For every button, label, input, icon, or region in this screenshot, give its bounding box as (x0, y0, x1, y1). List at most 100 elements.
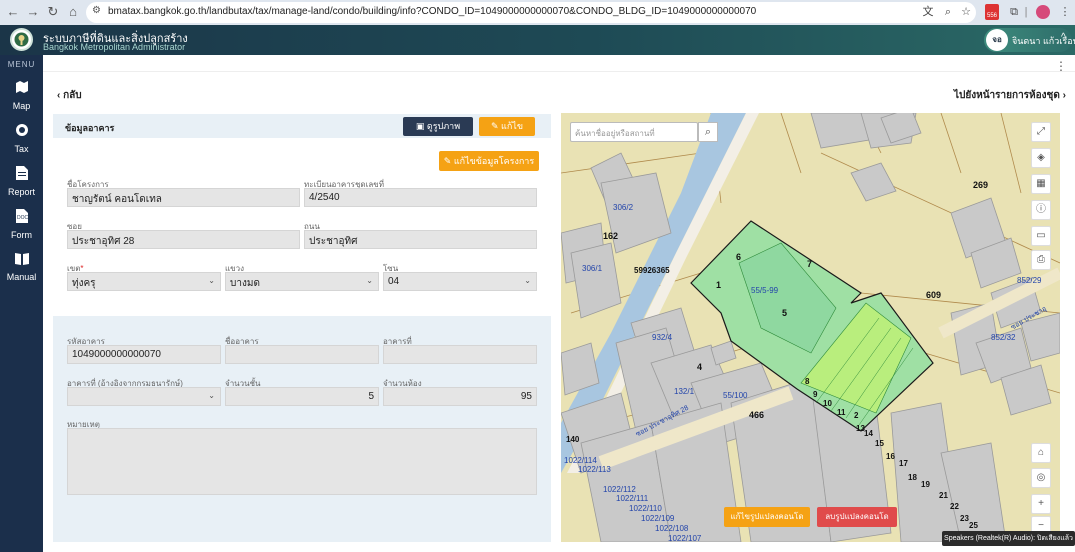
parcel-label: 5 (782, 308, 788, 318)
chevron-up-icon: ^ (1061, 32, 1066, 43)
profile-avatar[interactable] (1036, 5, 1050, 19)
layers-icon[interactable]: ◈ (1031, 148, 1051, 168)
subdistrict-select[interactable]: บางมด ⌄ (225, 272, 379, 291)
building-name-field[interactable] (225, 345, 379, 364)
sidebar-item-map[interactable]: Map (0, 80, 43, 120)
app-header: ระบบภาษีที่ดินและสิ่งปลูกสร้าง Bangkok M… (0, 25, 1075, 55)
house-number: 1022/111 (616, 494, 649, 503)
rooms-field[interactable]: 95 (383, 387, 537, 406)
bma-logo (10, 28, 33, 51)
tax-icon (0, 123, 43, 141)
edit-button[interactable]: ✎ แก้ไข (479, 117, 535, 136)
image-icon: ▣ (415, 121, 427, 131)
district-select[interactable]: ทุ่งครุ ⌄ (67, 272, 221, 291)
site-info-icon[interactable]: ⚙ (92, 5, 101, 16)
house-number: 1022/112 (603, 485, 636, 494)
parcel-label: 7 (807, 259, 813, 269)
extension-badge[interactable]: 556 (985, 4, 999, 20)
edit-project-button[interactable]: ✎ แก้ไขข้อมูลโครงการ (439, 151, 539, 171)
bookmark-star-icon[interactable]: ☆ (958, 4, 974, 20)
parcel-number: 59926365 (634, 266, 670, 275)
parcel-label: 21 (939, 491, 948, 500)
user-avatar: จอ (986, 29, 1008, 51)
condo-reg-field[interactable]: 4/2540 (304, 188, 537, 207)
house-number: 1022/114 (564, 456, 597, 465)
pencil-icon: ✎ (443, 156, 454, 166)
locate-icon[interactable]: ◎ (1031, 468, 1051, 488)
edit-parcel-button[interactable]: แก้ไขรูปแปลงคอนโด (724, 507, 810, 527)
house-number: 1022/107 (668, 534, 702, 542)
zoom-in-icon[interactable]: + (1031, 494, 1051, 514)
chevron-down-icon: ⌄ (524, 276, 531, 285)
address-bar[interactable]: ⚙ bmatax.bangkok.go.th/landbutax/tax/man… (86, 2, 976, 23)
sidebar-item-tax[interactable]: Tax (0, 123, 43, 163)
road-field[interactable]: ประชาอุทิศ (304, 230, 537, 249)
parcel-label: 11 (837, 408, 846, 417)
divider-icon: | (1024, 6, 1028, 18)
home-icon[interactable]: ⌂ (65, 4, 81, 20)
delete-parcel-button[interactable]: ลบรูปแปลงคอนโด (817, 507, 897, 527)
parcel-label: 162 (603, 231, 619, 241)
parcel-label: 18 (908, 473, 917, 482)
translate-icon[interactable]: 文 (920, 4, 936, 20)
parcel-label: 17 (899, 459, 908, 468)
forward-arrow-icon[interactable]: → (25, 4, 41, 20)
building-code-field[interactable]: 1049000000000070 (67, 345, 221, 364)
soi-field[interactable]: ประชาอุทิศ 28 (67, 230, 300, 249)
house-number: 55/5-99 (751, 286, 779, 295)
parcel-label: 15 (875, 439, 884, 448)
floors-field[interactable]: 5 (225, 387, 379, 406)
user-menu[interactable]: จอ จินดนา แก้วเรือน ^ (984, 28, 1075, 52)
sidebar-item-form[interactable]: DOC Form (0, 209, 43, 249)
zoom-icon[interactable]: ⌕ (940, 4, 956, 20)
manual-icon (0, 251, 43, 269)
parcel-label: 19 (921, 480, 930, 489)
home-extent-icon[interactable]: ⌂ (1031, 443, 1051, 463)
back-arrow-icon[interactable]: ← (5, 4, 21, 20)
view-image-button[interactable]: ▣ ดูรูปภาพ (403, 117, 473, 136)
parcel-label: 466 (749, 410, 765, 420)
house-number: 306/1 (582, 264, 603, 273)
map-icon (0, 80, 43, 98)
fullscreen-icon[interactable]: ⤢ (1031, 122, 1051, 142)
measure-icon[interactable]: ▭ (1031, 226, 1051, 246)
menu-label: MENU (7, 60, 36, 69)
house-number: 932/4 (652, 333, 673, 342)
qr-code-icon[interactable]: ▦ (1031, 174, 1051, 194)
info-icon[interactable]: ⓘ (1031, 200, 1051, 220)
reload-icon[interactable]: ↻ (45, 4, 61, 20)
app-subtitle: Bangkok Metropolitan Administrator (43, 42, 186, 52)
remarks-textarea[interactable] (67, 428, 537, 495)
parcel-label: 14 (864, 429, 873, 438)
parcel-label: 22 (950, 502, 959, 511)
pencil-icon: ✎ (491, 121, 502, 131)
panel-header: ข้อมูลอาคาร (53, 114, 551, 138)
sidebar-item-label: Report (7, 187, 35, 197)
sidebar-item-label: Form (11, 230, 32, 240)
sidebar-item-report[interactable]: Report (0, 166, 43, 206)
chevron-down-icon: ⌄ (208, 276, 215, 285)
building-no-field[interactable] (383, 345, 537, 364)
sidebar-item-manual[interactable]: Manual (0, 251, 43, 291)
zone-select[interactable]: 04 ⌄ (383, 272, 537, 291)
parcel-label: 8 (805, 377, 810, 386)
search-icon[interactable]: ⌕ (698, 122, 718, 142)
sidebar-item-label: Manual (6, 272, 37, 282)
project-name-field[interactable]: ชาญรัตน์ คอนโดเทล (67, 188, 300, 207)
sidebar-item-label: Map (12, 101, 31, 111)
house-number: 1022/109 (641, 514, 675, 523)
back-link[interactable]: ‹ กลับ (57, 88, 82, 103)
parcel-map[interactable]: 269 609 162 7 6 1 5 4 466 8 9 10 11 2 13… (561, 113, 1060, 542)
house-number: 852/29 (1017, 276, 1042, 285)
goto-rooms-link[interactable]: ไปยังหน้ารายการห้องชุด › (954, 88, 1066, 103)
parcel-label: 16 (886, 452, 895, 461)
parcel-label: 23 (960, 514, 969, 523)
building-ref-select[interactable]: ⌄ (67, 387, 221, 406)
house-number: 1022/113 (578, 465, 611, 474)
map-search-input[interactable]: ค้นหาชื่ออยู่หรือสถานที่ (570, 122, 698, 142)
browser-menu-icon[interactable]: ⋮ (1057, 4, 1073, 20)
print-icon[interactable]: ⎙ (1031, 250, 1051, 270)
divider (43, 71, 1075, 72)
report-icon (0, 166, 43, 184)
house-number: 306/2 (613, 203, 634, 212)
